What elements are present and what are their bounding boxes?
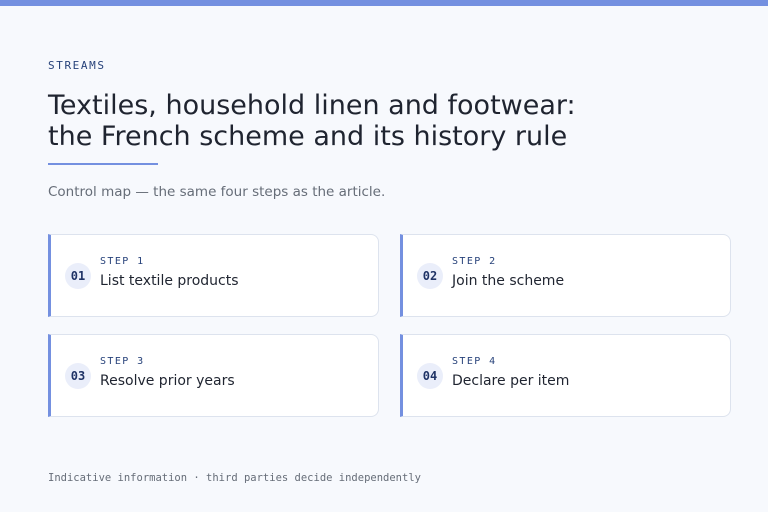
step-text: Resolve prior years: [100, 373, 235, 389]
step-label: STEP 3: [100, 356, 145, 367]
step-number-badge: 04: [417, 363, 443, 389]
page-title: Textiles, household linen and footwear: …: [48, 90, 728, 152]
step-label: STEP 4: [452, 356, 497, 367]
page-title-line-2: the French scheme and its history rule: [48, 121, 568, 152]
step-card-3: 03 STEP 3 Resolve prior years: [48, 334, 379, 417]
step-number-badge: 01: [65, 263, 91, 289]
section-eyebrow: STREAMS: [48, 59, 106, 72]
step-text: List textile products: [100, 273, 239, 289]
step-number-badge: 02: [417, 263, 443, 289]
step-label: STEP 1: [100, 256, 145, 267]
footer-note: Indicative information · third parties d…: [48, 472, 421, 484]
step-label: STEP 2: [452, 256, 497, 267]
page-subtitle: Control map — the same four steps as the…: [48, 184, 386, 200]
step-card-2: 02 STEP 2 Join the scheme: [400, 234, 731, 317]
page-title-line-1: Textiles, household linen and footwear:: [48, 90, 576, 121]
step-text: Declare per item: [452, 373, 570, 389]
step-text: Join the scheme: [452, 273, 565, 289]
step-card-1: 01 STEP 1 List textile products: [48, 234, 379, 317]
step-number-badge: 03: [65, 363, 91, 389]
title-underline: [48, 163, 158, 165]
top-accent-bar: [0, 0, 768, 6]
step-card-4: 04 STEP 4 Declare per item: [400, 334, 731, 417]
